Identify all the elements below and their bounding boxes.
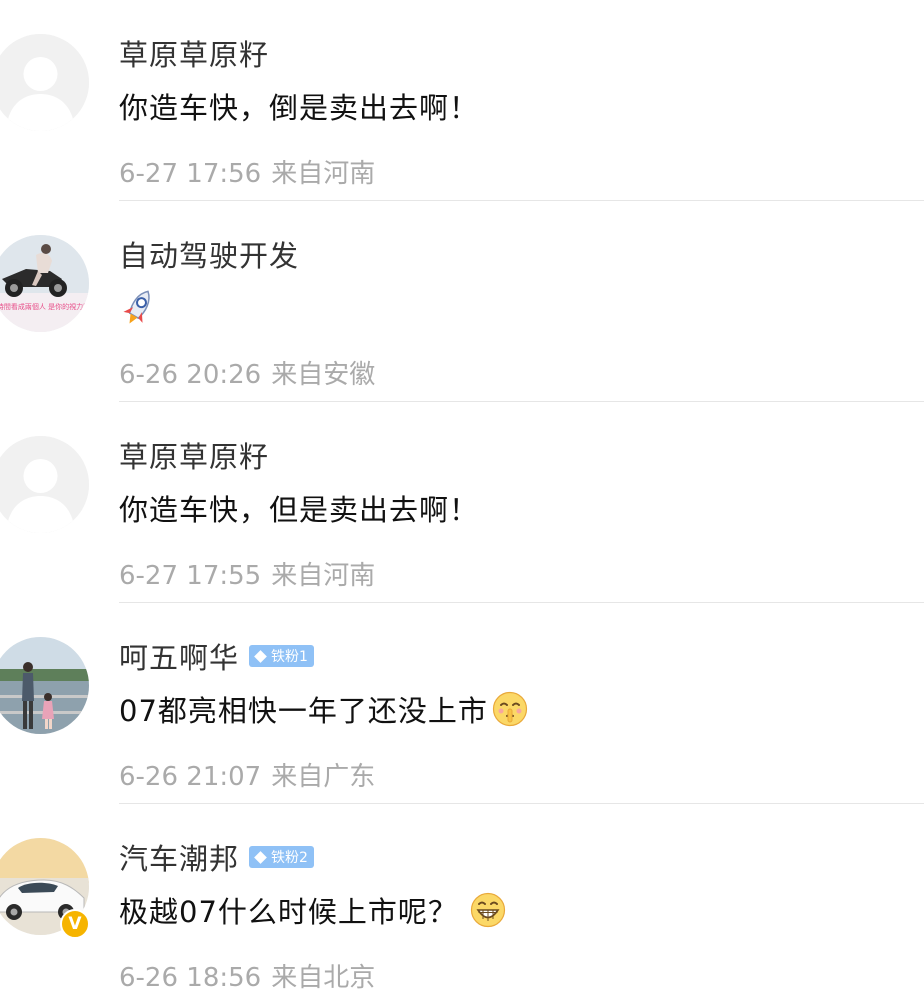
comment-location: 来自北京	[271, 963, 376, 993]
user-avatar[interactable]	[0, 637, 89, 734]
username[interactable]: 自动驾驶开发	[119, 233, 299, 275]
default-avatar-icon	[0, 34, 89, 131]
user-avatar[interactable]: 第一時間看成兩個人 是你的視力問題	[0, 235, 89, 332]
comment-text: 07都亮相快一年了还没上市	[119, 694, 488, 728]
comment-text: 极越07什么时候上市呢？	[119, 895, 458, 929]
rocket-emoji-icon	[119, 286, 159, 328]
comment-time: 6-27 17:56	[119, 159, 262, 189]
grin-emoji-icon	[470, 892, 506, 928]
comment-item: 第一時間看成兩個人 是你的視力問題 自动驾驶开发 6-26 20:26 来自安徽	[0, 201, 924, 402]
comment-location: 来自安徽	[271, 360, 376, 390]
fan-level-badge: 铁粉1	[249, 645, 314, 667]
default-avatar-icon	[0, 436, 89, 533]
avatar-caption-text: 第一時間看成兩個人 是你的視力問題	[0, 302, 89, 311]
comment-meta: 6-26 21:07 来自广东	[119, 756, 375, 793]
comment-item: 草原草原籽 你造车快，倒是卖出去啊！ 6-27 17:56 来自河南	[0, 0, 924, 201]
diamond-icon	[254, 850, 267, 864]
verified-badge: V	[60, 909, 90, 939]
diamond-icon	[254, 649, 267, 663]
shush-emoji-icon	[492, 691, 528, 727]
fan-level-badge: 铁粉2	[249, 846, 314, 868]
fan-level-label: 铁粉1	[271, 649, 308, 665]
comment-text: 你造车快，倒是卖出去啊！	[119, 91, 480, 125]
comment-text: 你造车快，但是卖出去啊！	[119, 493, 480, 527]
username[interactable]: 草原草原籽	[119, 32, 269, 74]
fan-level-label: 铁粉2	[271, 850, 308, 866]
comment-item: 呵五啊华 铁粉1 07都亮相快一年了还没上市 6-26 21:07 来自广东	[0, 603, 924, 804]
comment-item: 草原草原籽 你造车快，但是卖出去啊！ 6-27 17:55 来自河南	[0, 402, 924, 603]
motorcycle-photo-avatar: 第一時間看成兩個人 是你的視力問題	[0, 235, 89, 332]
username[interactable]: 呵五啊华	[119, 635, 239, 677]
comment-location: 来自广东	[271, 762, 376, 792]
comment-location: 来自河南	[271, 561, 376, 591]
comment-item: V 汽车潮邦 铁粉2 极越07什么时候上市呢？ 6-26 18:56 来自北京	[0, 804, 924, 1005]
comment-location: 来自河南	[271, 159, 376, 189]
default-avatar[interactable]	[0, 34, 89, 131]
username[interactable]: 汽车潮邦	[119, 836, 239, 878]
comment-meta: 6-26 18:56 来自北京	[119, 957, 375, 994]
comment-time: 6-27 17:55	[119, 561, 262, 591]
comment-meta: 6-27 17:56 来自河南	[119, 153, 375, 190]
comment-time: 6-26 20:26	[119, 360, 262, 390]
comment-time: 6-26 18:56	[119, 963, 262, 993]
comment-meta: 6-26 20:26 来自安徽	[119, 354, 375, 391]
comment-meta: 6-27 17:55 来自河南	[119, 555, 375, 592]
comment-time: 6-26 21:07	[119, 762, 262, 792]
family-photo-avatar	[0, 637, 89, 734]
username[interactable]: 草原草原籽	[119, 434, 269, 476]
default-avatar[interactable]	[0, 436, 89, 533]
